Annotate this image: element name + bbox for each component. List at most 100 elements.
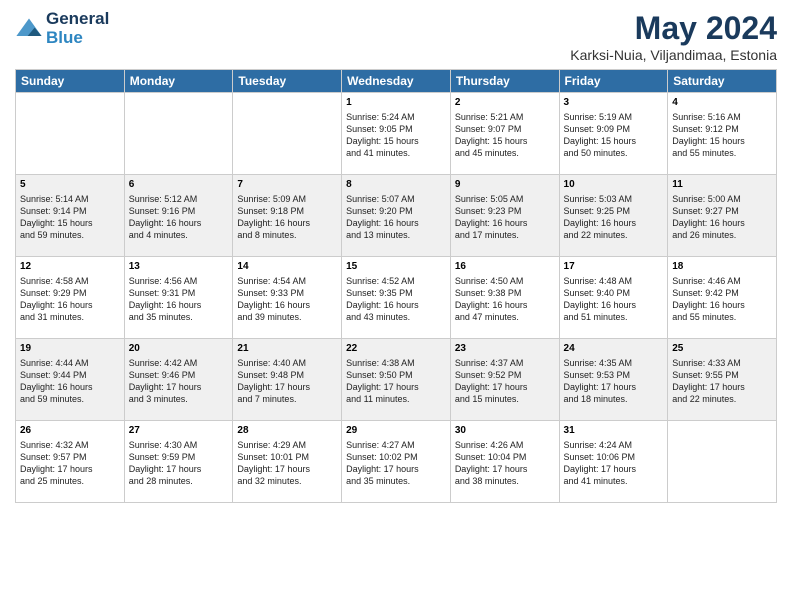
cell-info-line: and 41 minutes. [564,475,664,487]
cell-info-line: and 13 minutes. [346,229,446,241]
day-number: 20 [129,342,229,356]
cell-info-line: Sunrise: 4:29 AM [237,439,337,451]
cell-info-line: Sunset: 9:27 PM [672,205,772,217]
calendar-cell: 5Sunrise: 5:14 AMSunset: 9:14 PMDaylight… [16,175,125,257]
cell-info-line: Sunset: 9:53 PM [564,369,664,381]
cell-info-line: Daylight: 17 hours [237,381,337,393]
day-number: 23 [455,342,555,356]
cell-info-line: Sunrise: 4:58 AM [20,275,120,287]
day-number: 5 [20,178,120,192]
cell-info-line: Daylight: 16 hours [346,299,446,311]
cell-info-line: Sunrise: 4:48 AM [564,275,664,287]
cell-info-line: and 25 minutes. [20,475,120,487]
cell-info-line: Sunset: 9:40 PM [564,287,664,299]
day-number: 2 [455,96,555,110]
day-number: 17 [564,260,664,274]
cell-info-line: Daylight: 16 hours [20,381,120,393]
calendar-cell: 8Sunrise: 5:07 AMSunset: 9:20 PMDaylight… [342,175,451,257]
cell-info-line: Daylight: 16 hours [20,299,120,311]
cell-info-line: Sunrise: 5:07 AM [346,193,446,205]
cell-info-line: Daylight: 16 hours [346,217,446,229]
cell-info-line: Sunset: 10:02 PM [346,451,446,463]
cell-info-line: Sunrise: 4:52 AM [346,275,446,287]
day-number: 10 [564,178,664,192]
logo-text-line1: General [46,10,109,29]
day-number: 11 [672,178,772,192]
logo: General Blue [15,10,109,47]
day-number: 16 [455,260,555,274]
cell-info-line: and 35 minutes. [346,475,446,487]
calendar-cell: 15Sunrise: 4:52 AMSunset: 9:35 PMDayligh… [342,257,451,339]
logo-icon [15,15,43,43]
calendar-cell: 9Sunrise: 5:05 AMSunset: 9:23 PMDaylight… [450,175,559,257]
cell-info-line: Sunset: 9:09 PM [564,123,664,135]
weekday-header: Monday [124,70,233,93]
calendar-week-row: 5Sunrise: 5:14 AMSunset: 9:14 PMDaylight… [16,175,777,257]
cell-info-line: Daylight: 17 hours [455,381,555,393]
day-number: 9 [455,178,555,192]
cell-info-line: and 31 minutes. [20,311,120,323]
cell-info-line: and 4 minutes. [129,229,229,241]
cell-info-line: and 55 minutes. [672,311,772,323]
day-number: 19 [20,342,120,356]
calendar-cell: 16Sunrise: 4:50 AMSunset: 9:38 PMDayligh… [450,257,559,339]
cell-info-line: and 17 minutes. [455,229,555,241]
calendar-cell: 26Sunrise: 4:32 AMSunset: 9:57 PMDayligh… [16,421,125,503]
day-number: 7 [237,178,337,192]
day-number: 27 [129,424,229,438]
cell-info-line: and 3 minutes. [129,393,229,405]
cell-info-line: Daylight: 17 hours [237,463,337,475]
cell-info-line: Daylight: 17 hours [564,463,664,475]
cell-info-line: Sunset: 9:35 PM [346,287,446,299]
cell-info-line: Daylight: 16 hours [237,299,337,311]
cell-info-line: and 50 minutes. [564,147,664,159]
calendar-cell: 18Sunrise: 4:46 AMSunset: 9:42 PMDayligh… [668,257,777,339]
cell-info-line: Sunset: 9:23 PM [455,205,555,217]
cell-info-line: Daylight: 15 hours [564,135,664,147]
cell-info-line: Sunset: 9:05 PM [346,123,446,135]
cell-info-line: and 41 minutes. [346,147,446,159]
cell-info-line: and 8 minutes. [237,229,337,241]
cell-info-line: Daylight: 16 hours [455,299,555,311]
calendar-cell: 27Sunrise: 4:30 AMSunset: 9:59 PMDayligh… [124,421,233,503]
cell-info-line: Sunset: 9:38 PM [455,287,555,299]
day-number: 25 [672,342,772,356]
cell-info-line: Daylight: 17 hours [20,463,120,475]
cell-info-line: Sunset: 10:04 PM [455,451,555,463]
cell-info-line: Sunset: 9:44 PM [20,369,120,381]
day-number: 24 [564,342,664,356]
day-number: 31 [564,424,664,438]
cell-info-line: Sunset: 9:18 PM [237,205,337,217]
calendar-page: General Blue May 2024 Karksi-Nuia, Vilja… [0,0,792,612]
calendar-cell [233,93,342,175]
calendar-cell: 14Sunrise: 4:54 AMSunset: 9:33 PMDayligh… [233,257,342,339]
cell-info-line: Daylight: 16 hours [129,217,229,229]
calendar-cell: 11Sunrise: 5:00 AMSunset: 9:27 PMDayligh… [668,175,777,257]
cell-info-line: and 22 minutes. [672,393,772,405]
cell-info-line: and 47 minutes. [455,311,555,323]
cell-info-line: Daylight: 16 hours [455,217,555,229]
cell-info-line: Sunrise: 4:44 AM [20,357,120,369]
cell-info-line: Daylight: 17 hours [346,381,446,393]
cell-info-line: Sunset: 9:50 PM [346,369,446,381]
cell-info-line: Sunset: 9:59 PM [129,451,229,463]
calendar-cell: 20Sunrise: 4:42 AMSunset: 9:46 PMDayligh… [124,339,233,421]
cell-info-line: Sunset: 9:25 PM [564,205,664,217]
cell-info-line: Sunrise: 5:16 AM [672,111,772,123]
cell-info-line: Sunset: 9:12 PM [672,123,772,135]
calendar-cell: 7Sunrise: 5:09 AMSunset: 9:18 PMDaylight… [233,175,342,257]
calendar-cell: 25Sunrise: 4:33 AMSunset: 9:55 PMDayligh… [668,339,777,421]
cell-info-line: Sunrise: 4:50 AM [455,275,555,287]
cell-info-line: Sunrise: 5:09 AM [237,193,337,205]
cell-info-line: Sunset: 9:46 PM [129,369,229,381]
cell-info-line: Daylight: 15 hours [346,135,446,147]
day-number: 8 [346,178,446,192]
day-number: 28 [237,424,337,438]
cell-info-line: Sunrise: 4:42 AM [129,357,229,369]
weekday-header: Thursday [450,70,559,93]
cell-info-line: Sunrise: 4:33 AM [672,357,772,369]
cell-info-line: Daylight: 17 hours [129,381,229,393]
calendar-cell [668,421,777,503]
calendar-cell: 6Sunrise: 5:12 AMSunset: 9:16 PMDaylight… [124,175,233,257]
cell-info-line: Sunset: 9:33 PM [237,287,337,299]
